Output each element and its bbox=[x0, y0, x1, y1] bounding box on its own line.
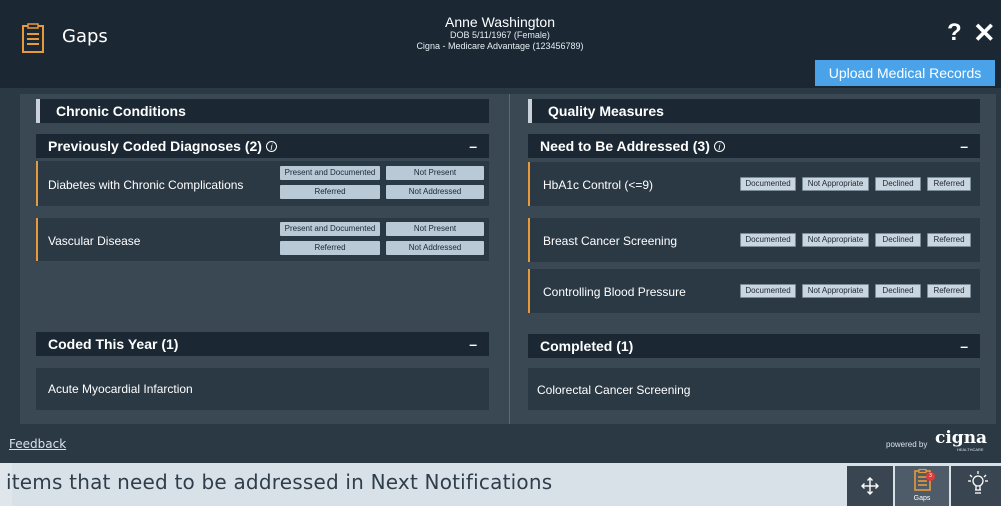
gaps-toolbar-button[interactable]: 3 Gaps bbox=[895, 466, 949, 506]
patient-name: Anne Washington bbox=[445, 14, 555, 30]
collapse-icon[interactable]: – bbox=[469, 332, 477, 356]
not-present-chip[interactable]: Not Present bbox=[386, 222, 484, 236]
documented-chip[interactable]: Documented bbox=[740, 177, 796, 191]
need-addressed-header[interactable]: Need to Be Addressed (3) i – bbox=[528, 134, 980, 158]
move-icon bbox=[861, 477, 879, 495]
previously-coded-header[interactable]: Previously Coded Diagnoses (2) i – bbox=[36, 134, 489, 158]
present-documented-chip[interactable]: Present and Documented bbox=[280, 166, 380, 180]
patient-dob: DOB 5/11/1967 (Female) bbox=[450, 30, 550, 40]
quality-measures-title: Quality Measures bbox=[528, 99, 980, 123]
measure-label: Controlling Blood Pressure bbox=[543, 285, 686, 299]
cigna-logo: cigna bbox=[935, 428, 988, 448]
not-addressed-chip[interactable]: Not Addressed bbox=[386, 185, 484, 199]
previously-coded-title: Previously Coded Diagnoses (2) bbox=[48, 138, 262, 154]
column-divider bbox=[509, 94, 510, 424]
declined-chip[interactable]: Declined bbox=[875, 284, 921, 298]
gaps-count-badge: 3 bbox=[926, 472, 935, 481]
present-documented-chip[interactable]: Present and Documented bbox=[280, 222, 380, 236]
list-item: Vascular Disease Present and Documented … bbox=[36, 218, 489, 261]
close-button[interactable]: ✕ bbox=[973, 18, 996, 48]
coded-item-label: Acute Myocardial Infarction bbox=[48, 382, 193, 396]
bottom-toolbar: 3 Gaps bbox=[847, 466, 1001, 506]
diagnosis-label: Vascular Disease bbox=[48, 234, 141, 248]
upload-medical-records-button[interactable]: Upload Medical Records bbox=[815, 60, 995, 86]
measure-label: Breast Cancer Screening bbox=[543, 234, 678, 248]
not-appropriate-chip[interactable]: Not Appropriate bbox=[802, 284, 869, 298]
feedback-link[interactable]: Feedback bbox=[9, 437, 66, 451]
patient-plan: Cigna - Medicare Advantage (123456789) bbox=[416, 41, 584, 51]
completed-title: Completed (1) bbox=[540, 338, 634, 354]
gaps-panel: Gaps Anne Washington DOB 5/11/1967 (Fema… bbox=[0, 0, 1001, 463]
move-button[interactable] bbox=[847, 466, 893, 506]
not-present-chip[interactable]: Not Present bbox=[386, 166, 484, 180]
not-appropriate-chip[interactable]: Not Appropriate bbox=[802, 233, 869, 247]
collapse-icon[interactable]: – bbox=[960, 134, 968, 158]
documented-chip[interactable]: Documented bbox=[740, 284, 796, 298]
collapse-icon[interactable]: – bbox=[469, 134, 477, 158]
list-item: HbA1c Control (<=9) Documented Not Appro… bbox=[528, 162, 980, 206]
info-icon[interactable]: i bbox=[265, 141, 277, 152]
lightbulb-icon bbox=[968, 471, 988, 494]
list-item: Colorectal Cancer Screening bbox=[528, 368, 980, 410]
measure-label: HbA1c Control (<=9) bbox=[543, 178, 654, 192]
app-title: Gaps bbox=[62, 26, 108, 47]
list-item: Breast Cancer Screening Documented Not A… bbox=[528, 218, 980, 262]
referred-chip[interactable]: Referred bbox=[927, 233, 971, 247]
list-item: Acute Myocardial Infarction bbox=[36, 368, 489, 410]
declined-chip[interactable]: Declined bbox=[875, 233, 921, 247]
list-item: Diabetes with Chronic Complications Pres… bbox=[36, 161, 489, 206]
panel-header: Gaps Anne Washington DOB 5/11/1967 (Fema… bbox=[0, 0, 1001, 88]
gaps-toolbar-label: Gaps bbox=[913, 495, 931, 502]
chronic-conditions-title: Chronic Conditions bbox=[36, 99, 489, 123]
patient-info: Anne Washington DOB 5/11/1967 (Female) C… bbox=[350, 14, 650, 52]
coded-this-year-title: Coded This Year (1) bbox=[48, 336, 179, 352]
referred-chip[interactable]: Referred bbox=[927, 284, 971, 298]
need-addressed-title: Need to Be Addressed (3) bbox=[540, 138, 710, 154]
gaps-list-icon bbox=[914, 468, 931, 491]
background-text: items that need to be addressed in Next … bbox=[6, 470, 553, 494]
coded-this-year-header[interactable]: Coded This Year (1) – bbox=[36, 332, 489, 356]
documented-chip[interactable]: Documented bbox=[740, 233, 796, 247]
cigna-logo-sub: HEALTHCARE bbox=[957, 447, 984, 452]
gaps-list-icon bbox=[22, 23, 44, 53]
referred-chip[interactable]: Referred bbox=[280, 241, 380, 255]
collapse-icon[interactable]: – bbox=[960, 334, 968, 358]
list-item: Controlling Blood Pressure Documented No… bbox=[528, 269, 980, 313]
not-addressed-chip[interactable]: Not Addressed bbox=[386, 241, 484, 255]
declined-chip[interactable]: Declined bbox=[875, 177, 921, 191]
diagnosis-label: Diabetes with Chronic Complications bbox=[48, 178, 244, 192]
info-icon[interactable]: i bbox=[713, 141, 725, 152]
not-appropriate-chip[interactable]: Not Appropriate bbox=[802, 177, 869, 191]
insights-button[interactable] bbox=[951, 466, 1001, 506]
referred-chip[interactable]: Referred bbox=[280, 185, 380, 199]
powered-by-label: powered by bbox=[886, 440, 928, 449]
completed-item-label: Colorectal Cancer Screening bbox=[537, 383, 691, 397]
help-button[interactable]: ? bbox=[947, 19, 962, 47]
referred-chip[interactable]: Referred bbox=[927, 177, 971, 191]
completed-header[interactable]: Completed (1) – bbox=[528, 334, 980, 358]
